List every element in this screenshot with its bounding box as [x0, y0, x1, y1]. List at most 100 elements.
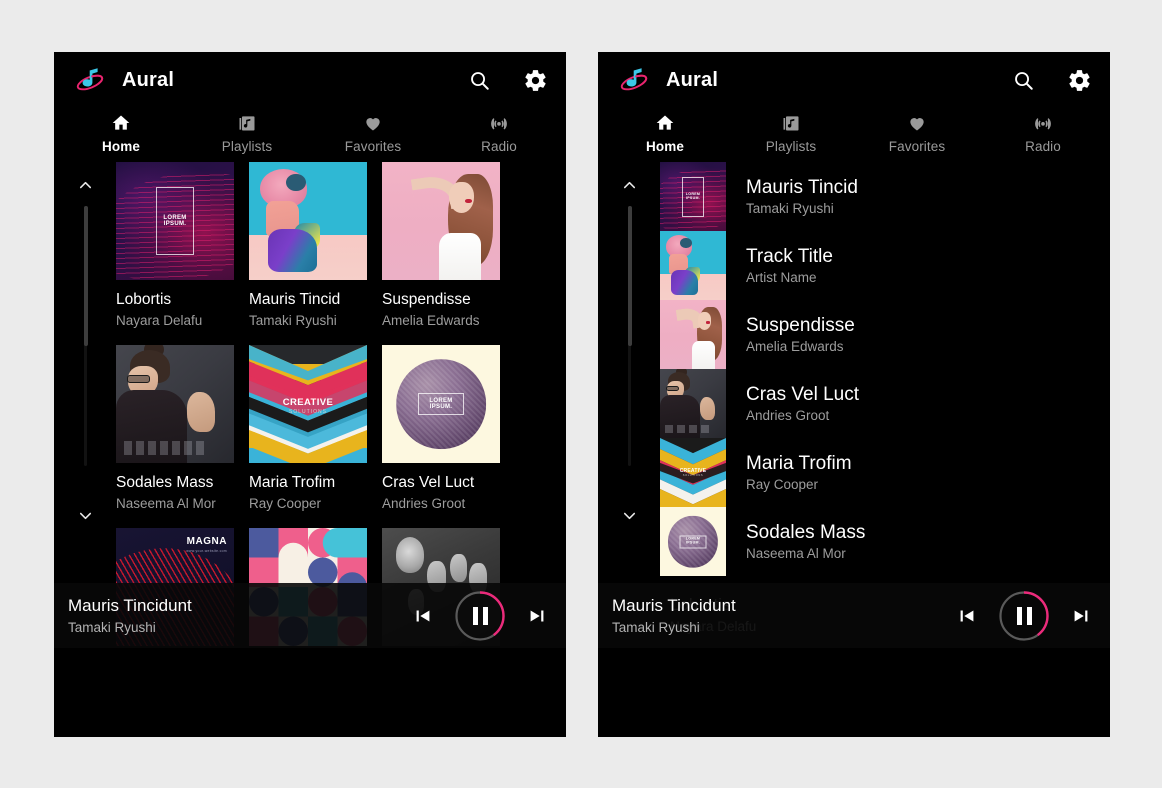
tab-favorites[interactable]: Favorites	[854, 108, 980, 162]
library-music-icon	[237, 112, 257, 134]
list-item-title: Track Title	[746, 245, 833, 267]
list-thumb-sodales	[660, 369, 726, 438]
list-item[interactable]: Suspendisse Amelia Edwards	[660, 300, 1110, 369]
list-item-meta: Suspendisse Amelia Edwards	[726, 315, 855, 355]
list-item-meta: Maria Trofim Ray Cooper	[726, 453, 852, 493]
list-thumb-maria: CREATIVE SOLUTIONS	[660, 438, 726, 507]
list-item-artist: Tamaki Ryushi	[746, 201, 834, 217]
art-lorem-line2: IPSUM.	[429, 404, 453, 410]
list-item-artist: Andries Groot	[746, 408, 830, 424]
album-artist: Ray Cooper	[249, 496, 322, 511]
phone-panel-grid-view: Aural Home Playlists Favorites Radio LOR…	[54, 52, 566, 737]
album-artist: Amelia Edwards	[382, 313, 480, 328]
scrollbar-thumb[interactable]	[84, 206, 88, 346]
list-item-meta: Mauris Tincid Tamaki Ryushi	[726, 177, 858, 217]
album-card[interactable]: CREATIVE SOLUTIONS Maria Trofim Ray Coop…	[249, 345, 367, 511]
tab-playlists-label: Playlists	[221, 139, 273, 154]
list-item[interactable]: LOREM IPSUM. Mauris Tincid Tamaki Ryushi	[660, 162, 1110, 231]
list-item[interactable]: Track Title Artist Name	[660, 231, 1110, 300]
art-lorem-line2: IPSUM.	[685, 195, 701, 200]
app-title: Aural	[666, 68, 719, 91]
skip-previous-icon[interactable]	[954, 603, 980, 629]
album-card[interactable]: LOREM IPSUM. Cras Vel Luct Andries Groot	[382, 345, 500, 511]
list-item[interactable]: Cras Vel Luct Andries Groot	[660, 369, 1110, 438]
album-card[interactable]: Suspendisse Amelia Edwards	[382, 162, 500, 328]
pause-icon	[1016, 606, 1032, 625]
tab-playlists[interactable]: Playlists	[184, 108, 310, 162]
tab-bar-left: Home Playlists Favorites Radio	[54, 108, 566, 162]
player-now-playing: Mauris Tincidunt Tamaki Ryushi	[68, 596, 192, 634]
art-magna-sub: www.your-website.com	[186, 549, 227, 554]
album-title: Lobortis	[116, 291, 172, 308]
album-art-lobortis: LOREM IPSUM.	[116, 162, 234, 280]
search-icon[interactable]	[1010, 67, 1036, 93]
player-bar-right: Lobortis Nayara Delafu Mauris Tincidunt …	[598, 583, 1110, 648]
list-item-title: Maria Trofim	[746, 452, 852, 474]
phone-panel-list-view: Aural Home Playlists Favorites Radio LOR…	[598, 52, 1110, 737]
album-artist: Tamaki Ryushi	[249, 313, 337, 328]
list-item-meta: Track Title Artist Name	[726, 246, 833, 286]
album-card[interactable]: Mauris Tincid Tamaki Ryushi	[249, 162, 367, 328]
skip-previous-icon[interactable]	[410, 603, 436, 629]
tab-home-label: Home	[646, 139, 684, 154]
tab-playlists[interactable]: Playlists	[728, 108, 854, 162]
scrollbar-thumb[interactable]	[628, 206, 632, 346]
list-item-artist: Naseema Al Mor	[746, 546, 846, 562]
tab-favorites-label: Favorites	[344, 139, 402, 154]
app-bar-right: Aural	[598, 52, 1110, 108]
player-controls-left	[410, 590, 550, 642]
tab-home[interactable]: Home	[58, 108, 184, 162]
pause-icon	[472, 606, 488, 625]
music-note-orbit-logo-icon	[74, 64, 106, 96]
album-artist: Andries Groot	[382, 496, 466, 511]
album-art-maria: CREATIVE SOLUTIONS	[249, 345, 367, 463]
tab-favorites[interactable]: Favorites	[310, 108, 436, 162]
art-lorem-line2: IPSUM.	[163, 221, 187, 227]
album-artist: Nayara Delafu	[116, 313, 203, 328]
list-item-artist: Amelia Edwards	[746, 339, 844, 355]
app-title: Aural	[122, 68, 175, 91]
list-thumb-lobortis: LOREM IPSUM.	[660, 162, 726, 231]
home-icon	[111, 112, 131, 134]
app-bar-left: Aural	[54, 52, 566, 108]
player-now-playing: Lobortis Nayara Delafu Mauris Tincidunt …	[612, 595, 756, 635]
player-track-artist: Tamaki Ryushi	[612, 619, 700, 635]
play-pause-button[interactable]	[998, 590, 1050, 642]
skip-next-icon[interactable]	[1068, 603, 1094, 629]
track-list: LOREM IPSUM. Mauris Tincid Tamaki Ryushi	[660, 162, 1110, 576]
gear-icon[interactable]	[522, 67, 548, 93]
player-track-title: Mauris Tincidunt	[612, 596, 736, 616]
album-card[interactable]: LOREM IPSUM. Lobortis Nayara Delafu	[116, 162, 234, 328]
appbar-actions-right	[1010, 67, 1092, 93]
chevron-down-icon[interactable]	[54, 504, 116, 526]
search-icon[interactable]	[466, 67, 492, 93]
chevron-up-icon[interactable]	[598, 174, 660, 196]
list-item[interactable]: CREATIVE SOLUTIONS Maria Trofim Ray Coop…	[660, 438, 1110, 507]
album-title: Cras Vel Luct	[382, 474, 475, 491]
tab-radio[interactable]: Radio	[436, 108, 562, 162]
tab-home-label: Home	[102, 139, 140, 154]
art-lorem-line2: IPSUM.	[685, 540, 701, 545]
tab-playlists-label: Playlists	[765, 139, 817, 154]
chevron-down-icon[interactable]	[598, 504, 660, 526]
tab-favorites-label: Favorites	[888, 139, 946, 154]
album-grid-row: Sodales Mass Naseema Al Mor CREATIVE SOL…	[116, 345, 566, 511]
list-item-artist: Artist Name	[746, 270, 817, 286]
chevron-up-icon[interactable]	[54, 174, 116, 196]
album-title: Suspendisse	[382, 291, 471, 308]
skip-next-icon[interactable]	[524, 603, 550, 629]
gear-icon[interactable]	[1066, 67, 1092, 93]
brand-right: Aural	[618, 64, 718, 96]
tab-radio[interactable]: Radio	[980, 108, 1106, 162]
list-thumb-suspendisse	[660, 300, 726, 369]
tab-home[interactable]: Home	[602, 108, 728, 162]
list-item-title: Cras Vel Luct	[746, 383, 859, 405]
play-pause-button[interactable]	[454, 590, 506, 642]
appbar-actions-left	[466, 67, 548, 93]
album-card[interactable]: Sodales Mass Naseema Al Mor	[116, 345, 234, 511]
list-item-title: Mauris Tincid	[746, 176, 858, 198]
list-item[interactable]: LOREM IPSUM. Sodales Mass Naseema Al Mor	[660, 507, 1110, 576]
art-creative-sub: SOLUTIONS	[682, 473, 704, 477]
player-controls-right	[954, 590, 1094, 642]
album-grid-row: LOREM IPSUM. Lobortis Nayara Delafu Maur…	[116, 162, 566, 328]
